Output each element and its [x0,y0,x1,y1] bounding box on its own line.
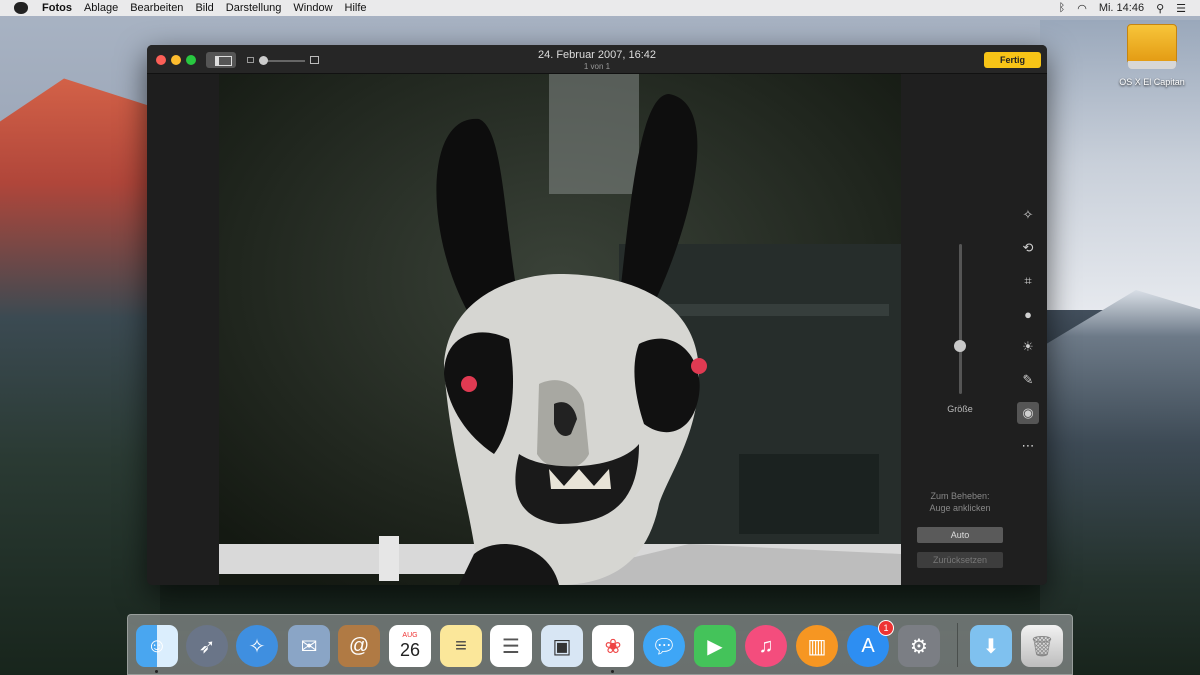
hard-drive-icon[interactable] [1127,24,1177,69]
dock: ☺ ➶ ✧ ✉ @ AUG 26 ≡ ☰ ▣ ❀ 💬︎ ▶ ♫ ▥ A ⚙ ⬇ … [127,614,1073,675]
enhance-wand-icon[interactable]: ✧ [1017,204,1039,226]
finder-icon[interactable]: ☺ [136,625,178,667]
hint-text: Zum Beheben: Auge anklicken [901,490,1019,514]
photos-icon[interactable]: ❀ [592,625,634,667]
facetime-icon[interactable]: ▶ [694,625,736,667]
size-slider-track[interactable] [959,244,962,394]
mail-icon[interactable]: ✉ [288,625,330,667]
calendar-month: AUG [402,632,418,639]
menu-bar: Fotos Ablage Bearbeiten Bild Darstellung… [0,0,1200,16]
window-title: 24. Februar 2007, 16:42 [537,49,657,61]
red-eye-icon[interactable]: ◉ [1017,402,1039,424]
bluetooth-icon[interactable]: ᛒ [1059,2,1066,14]
finder-running-dot [155,670,158,673]
auto-button[interactable]: Auto [917,527,1003,543]
launchpad-icon[interactable]: ➶ [186,625,228,667]
clock[interactable]: Mi. 14:46 [1099,2,1144,14]
more-options-icon[interactable]: ⋯ [1017,435,1039,457]
trash-icon[interactable]: 🗑︎ [1021,625,1063,667]
hint-line-1: Zum Beheben: [930,491,990,501]
desktop-sky [1040,20,1200,310]
menu-window[interactable]: Window [293,2,332,14]
spotlight-search-icon[interactable]: ⚲ [1156,2,1164,15]
messages-icon[interactable]: 💬︎ [643,625,685,667]
crop-icon[interactable]: ⌗ [1017,270,1039,292]
size-label: Größe [947,404,973,414]
ibooks-icon[interactable]: ▥ [796,625,838,667]
wifi-icon[interactable]: ◠ [1077,2,1087,15]
menu-darstellung[interactable]: Darstellung [226,2,282,14]
hint-line-2: Auge anklicken [929,503,991,513]
apple-menu-icon[interactable] [14,2,28,14]
menu-ablage[interactable]: Ablage [84,2,118,14]
photos-window: 24. Februar 2007, 16:42 1 von 1 Fertig G… [147,45,1047,585]
notification-center-icon[interactable]: ☰ [1176,2,1186,15]
filters-icon[interactable]: ● [1017,303,1039,325]
adjust-icon[interactable]: ☀ [1017,336,1039,358]
itunes-icon[interactable]: ♫ [745,625,787,667]
drive-label[interactable]: OS X El Capitan [1110,77,1194,87]
retouch-bandage-icon[interactable]: ✎ [1017,369,1039,391]
menu-bearbeiten[interactable]: Bearbeiten [130,2,183,14]
size-slider-knob[interactable] [954,340,966,352]
title-bar[interactable]: 24. Februar 2007, 16:42 1 von 1 Fertig [147,45,1047,74]
menu-bild[interactable]: Bild [195,2,213,14]
dock-separator [957,623,958,667]
contacts-icon[interactable]: @ [338,625,380,667]
system-preferences-icon[interactable]: ⚙ [898,625,940,667]
app-store-badge: 1 [878,620,894,636]
desktop-mountain-left [0,78,160,675]
menu-app[interactable]: Fotos [42,2,72,14]
llama-photo [219,74,901,585]
calendar-icon[interactable]: AUG 26 [389,625,431,667]
downloads-folder-icon[interactable]: ⬇ [970,625,1012,667]
retouch-panel: Größe ✧ ⟲ ⌗ ● ☀ ✎ ◉ ⋯ Zum Beheben: Auge … [901,74,1047,585]
reset-button[interactable]: Zurücksetzen [917,552,1003,568]
rotate-icon[interactable]: ⟲ [1017,237,1039,259]
photo-canvas[interactable] [219,74,901,585]
preview-icon[interactable]: ▣ [541,625,583,667]
menu-hilfe[interactable]: Hilfe [345,2,367,14]
window-subtitle: 1 von 1 [583,62,611,71]
notes-icon[interactable]: ≡ [440,625,482,667]
done-button[interactable]: Fertig [984,52,1041,68]
photos-running-dot [611,670,614,673]
reminders-icon[interactable]: ☰ [490,625,532,667]
calendar-day: 26 [399,640,421,660]
safari-icon[interactable]: ✧ [236,625,278,667]
